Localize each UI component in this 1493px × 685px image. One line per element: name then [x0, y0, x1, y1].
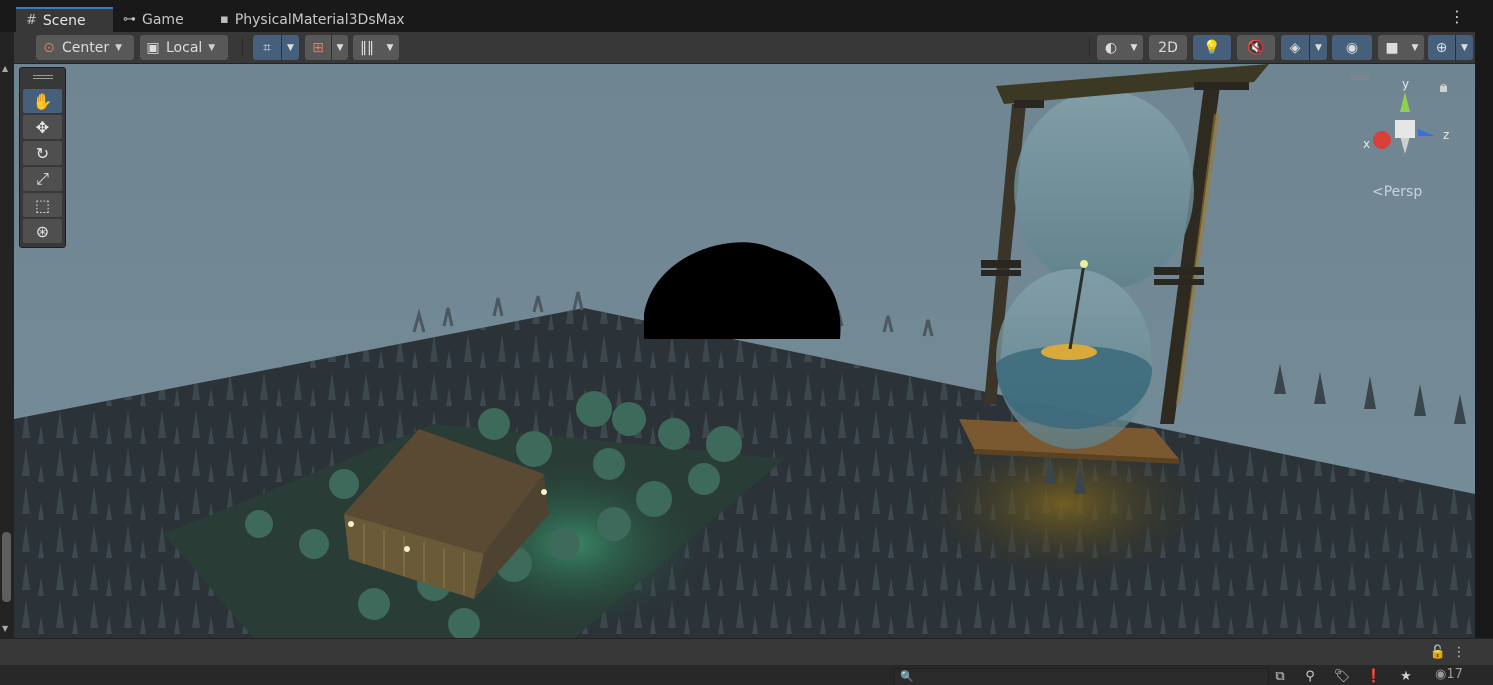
- local-cube-icon: ▣: [146, 39, 160, 56]
- audio-mute-icon: 🔇: [1247, 39, 1265, 56]
- favorite-star-icon[interactable]: ★: [1396, 667, 1416, 685]
- open-external-icon[interactable]: ⧉: [1270, 667, 1290, 685]
- unity-scene-window: # Scene ⊶ Game ▪ PhysicalMaterial3DsMax …: [0, 0, 1493, 685]
- scene-effects-dropdown[interactable]: ◈ ▼: [1281, 35, 1327, 60]
- toolbar-separator: [242, 38, 243, 57]
- scroll-up-arrow-icon[interactable]: ▲: [2, 64, 8, 73]
- draw-mode-dropdown[interactable]: ◐ ▼: [1097, 35, 1143, 60]
- tab-scene-label: Scene: [42, 12, 86, 29]
- tab-menu-kebab-icon[interactable]: ⋮: [1449, 9, 1465, 25]
- scene-render: [14, 64, 1475, 638]
- chevron-down-icon: ▼: [1309, 35, 1327, 60]
- pivot-rotation-dropdown[interactable]: ▣ Local ▼: [140, 35, 228, 60]
- gamepad-icon: ⊶: [123, 12, 136, 27]
- tab-physicalmaterial[interactable]: ▪ PhysicalMaterial3DsMax: [210, 7, 430, 32]
- scroll-down-arrow-icon[interactable]: ▼: [2, 624, 8, 633]
- gizmo-y-label: y: [1402, 77, 1410, 91]
- orientation-gizmo[interactable]: y x z <Persp: [1350, 74, 1460, 209]
- layers-effects-icon: ◈: [1289, 39, 1301, 56]
- gizmo-z-label: z: [1443, 128, 1450, 142]
- pivot-center-icon: ⊙: [43, 39, 55, 56]
- gizmo-x-label: x: [1363, 137, 1371, 151]
- lock-icon[interactable]: 🔓: [1428, 643, 1448, 661]
- scale-icon: ⤢: [36, 169, 49, 188]
- grid-snap-icon: ⌗: [263, 39, 271, 56]
- camera-settings-dropdown[interactable]: ■ ▼: [1378, 35, 1424, 60]
- grid-lines-icon: ‖‖: [360, 39, 374, 56]
- chevron-down-icon: ▼: [1455, 35, 1473, 60]
- lightbulb-icon: 💡: [1203, 39, 1221, 56]
- chevron-down-icon: ▼: [1411, 42, 1419, 53]
- transform-tool-button[interactable]: ⊛: [23, 219, 62, 243]
- tool-palette: ✋ ✥ ↻ ⤢ ⬚ ⊛: [19, 67, 66, 248]
- pivot-mode-dropdown[interactable]: ⊙ Center ▼: [36, 35, 134, 60]
- projection-toggle[interactable]: <Persp: [1372, 184, 1422, 200]
- eye-hidden-icon: ◉: [1345, 39, 1359, 56]
- vertical-scrollbar[interactable]: [2, 532, 11, 602]
- tag-icon[interactable]: 🏷: [1332, 667, 1352, 685]
- move-tool-button[interactable]: ✥: [23, 115, 62, 139]
- prefab-icon: ▪: [220, 12, 229, 27]
- status-bar: 🔓 ⋮: [0, 638, 1493, 665]
- left-dock-strip: ▲ ▼: [0, 32, 14, 638]
- grid-snap-toggle[interactable]: ⌗ ▼: [253, 35, 299, 60]
- snap-magnet-icon: ⊞: [312, 39, 324, 56]
- hidden-count: ◉17: [1435, 667, 1463, 682]
- rect-tool-button[interactable]: ⬚: [23, 193, 62, 217]
- projection-label: Persp: [1383, 184, 1423, 200]
- chevron-down-icon: ▼: [281, 35, 299, 60]
- chevron-down-icon: ▼: [331, 35, 348, 60]
- scene-audio-toggle[interactable]: 🔇: [1237, 35, 1275, 60]
- more-kebab-icon[interactable]: ⋮: [1449, 643, 1469, 661]
- chevron-down-icon: ▼: [115, 42, 123, 53]
- bottom-toolbar: 🔍 ⧉ ⚲ 🏷 ❗ ★ ◉17: [0, 665, 1493, 685]
- scale-tool-button[interactable]: ⤢: [23, 167, 62, 191]
- camera-icon: ■: [1385, 39, 1399, 56]
- hand-icon: ✋: [32, 91, 53, 111]
- toggle-2d-button[interactable]: 2D: [1149, 35, 1187, 60]
- palette-grip-handle[interactable]: [33, 75, 53, 79]
- chevron-down-icon: ▼: [1130, 42, 1138, 53]
- grid-visibility-dropdown[interactable]: ‖‖ ▼: [353, 35, 399, 60]
- scene-viewport[interactable]: [14, 64, 1475, 638]
- search-icon: 🔍: [900, 670, 914, 683]
- increment-snap-toggle[interactable]: ⊞ ▼: [305, 35, 348, 60]
- tab-physicalmaterial-label: PhysicalMaterial3DsMax: [234, 11, 405, 28]
- rotate-tool-button[interactable]: ↻: [23, 141, 62, 165]
- gizmo-globe-icon: ⊕: [1435, 39, 1448, 56]
- transform-icon: ⊛: [35, 221, 50, 241]
- toolbar-separator: [1089, 38, 1090, 57]
- tab-scene[interactable]: # Scene: [16, 7, 113, 32]
- toggle-2d-label: 2D: [1158, 39, 1178, 56]
- view-tool-button[interactable]: ✋: [23, 89, 62, 113]
- chevron-down-icon: ▼: [386, 42, 394, 53]
- move-arrows-icon: ✥: [35, 117, 50, 137]
- warning-icon[interactable]: ❗: [1364, 667, 1384, 685]
- shaded-sphere-icon: ◐: [1104, 39, 1118, 56]
- rect-transform-icon: ⬚: [34, 195, 51, 215]
- pivot-mode-label: Center: [62, 39, 110, 56]
- tab-game-label: Game: [142, 11, 184, 28]
- scene-lighting-toggle[interactable]: 💡: [1193, 35, 1231, 60]
- search-field[interactable]: 🔍: [893, 668, 1269, 685]
- hidden-count-value: 17: [1446, 667, 1463, 682]
- chevron-down-icon: ▼: [208, 42, 216, 53]
- tab-game[interactable]: ⊶ Game: [113, 7, 203, 32]
- rotate-icon: ↻: [35, 143, 50, 163]
- grid-hash-icon: #: [26, 13, 37, 28]
- hierarchy-filter-icon[interactable]: ⚲: [1300, 667, 1320, 685]
- pivot-rotation-label: Local: [166, 39, 203, 56]
- scene-visibility-toggle[interactable]: ◉: [1332, 35, 1372, 60]
- tab-bar: # Scene ⊶ Game ▪ PhysicalMaterial3DsMax …: [0, 0, 1493, 32]
- gizmos-dropdown[interactable]: ⊕ ▼: [1428, 35, 1473, 60]
- scene-toolbar: ⊙ Center ▼ ▣ Local ▼ ⌗ ▼ ⊞ ▼ ‖‖ ▼ ◐ ▼ 2D: [14, 32, 1475, 64]
